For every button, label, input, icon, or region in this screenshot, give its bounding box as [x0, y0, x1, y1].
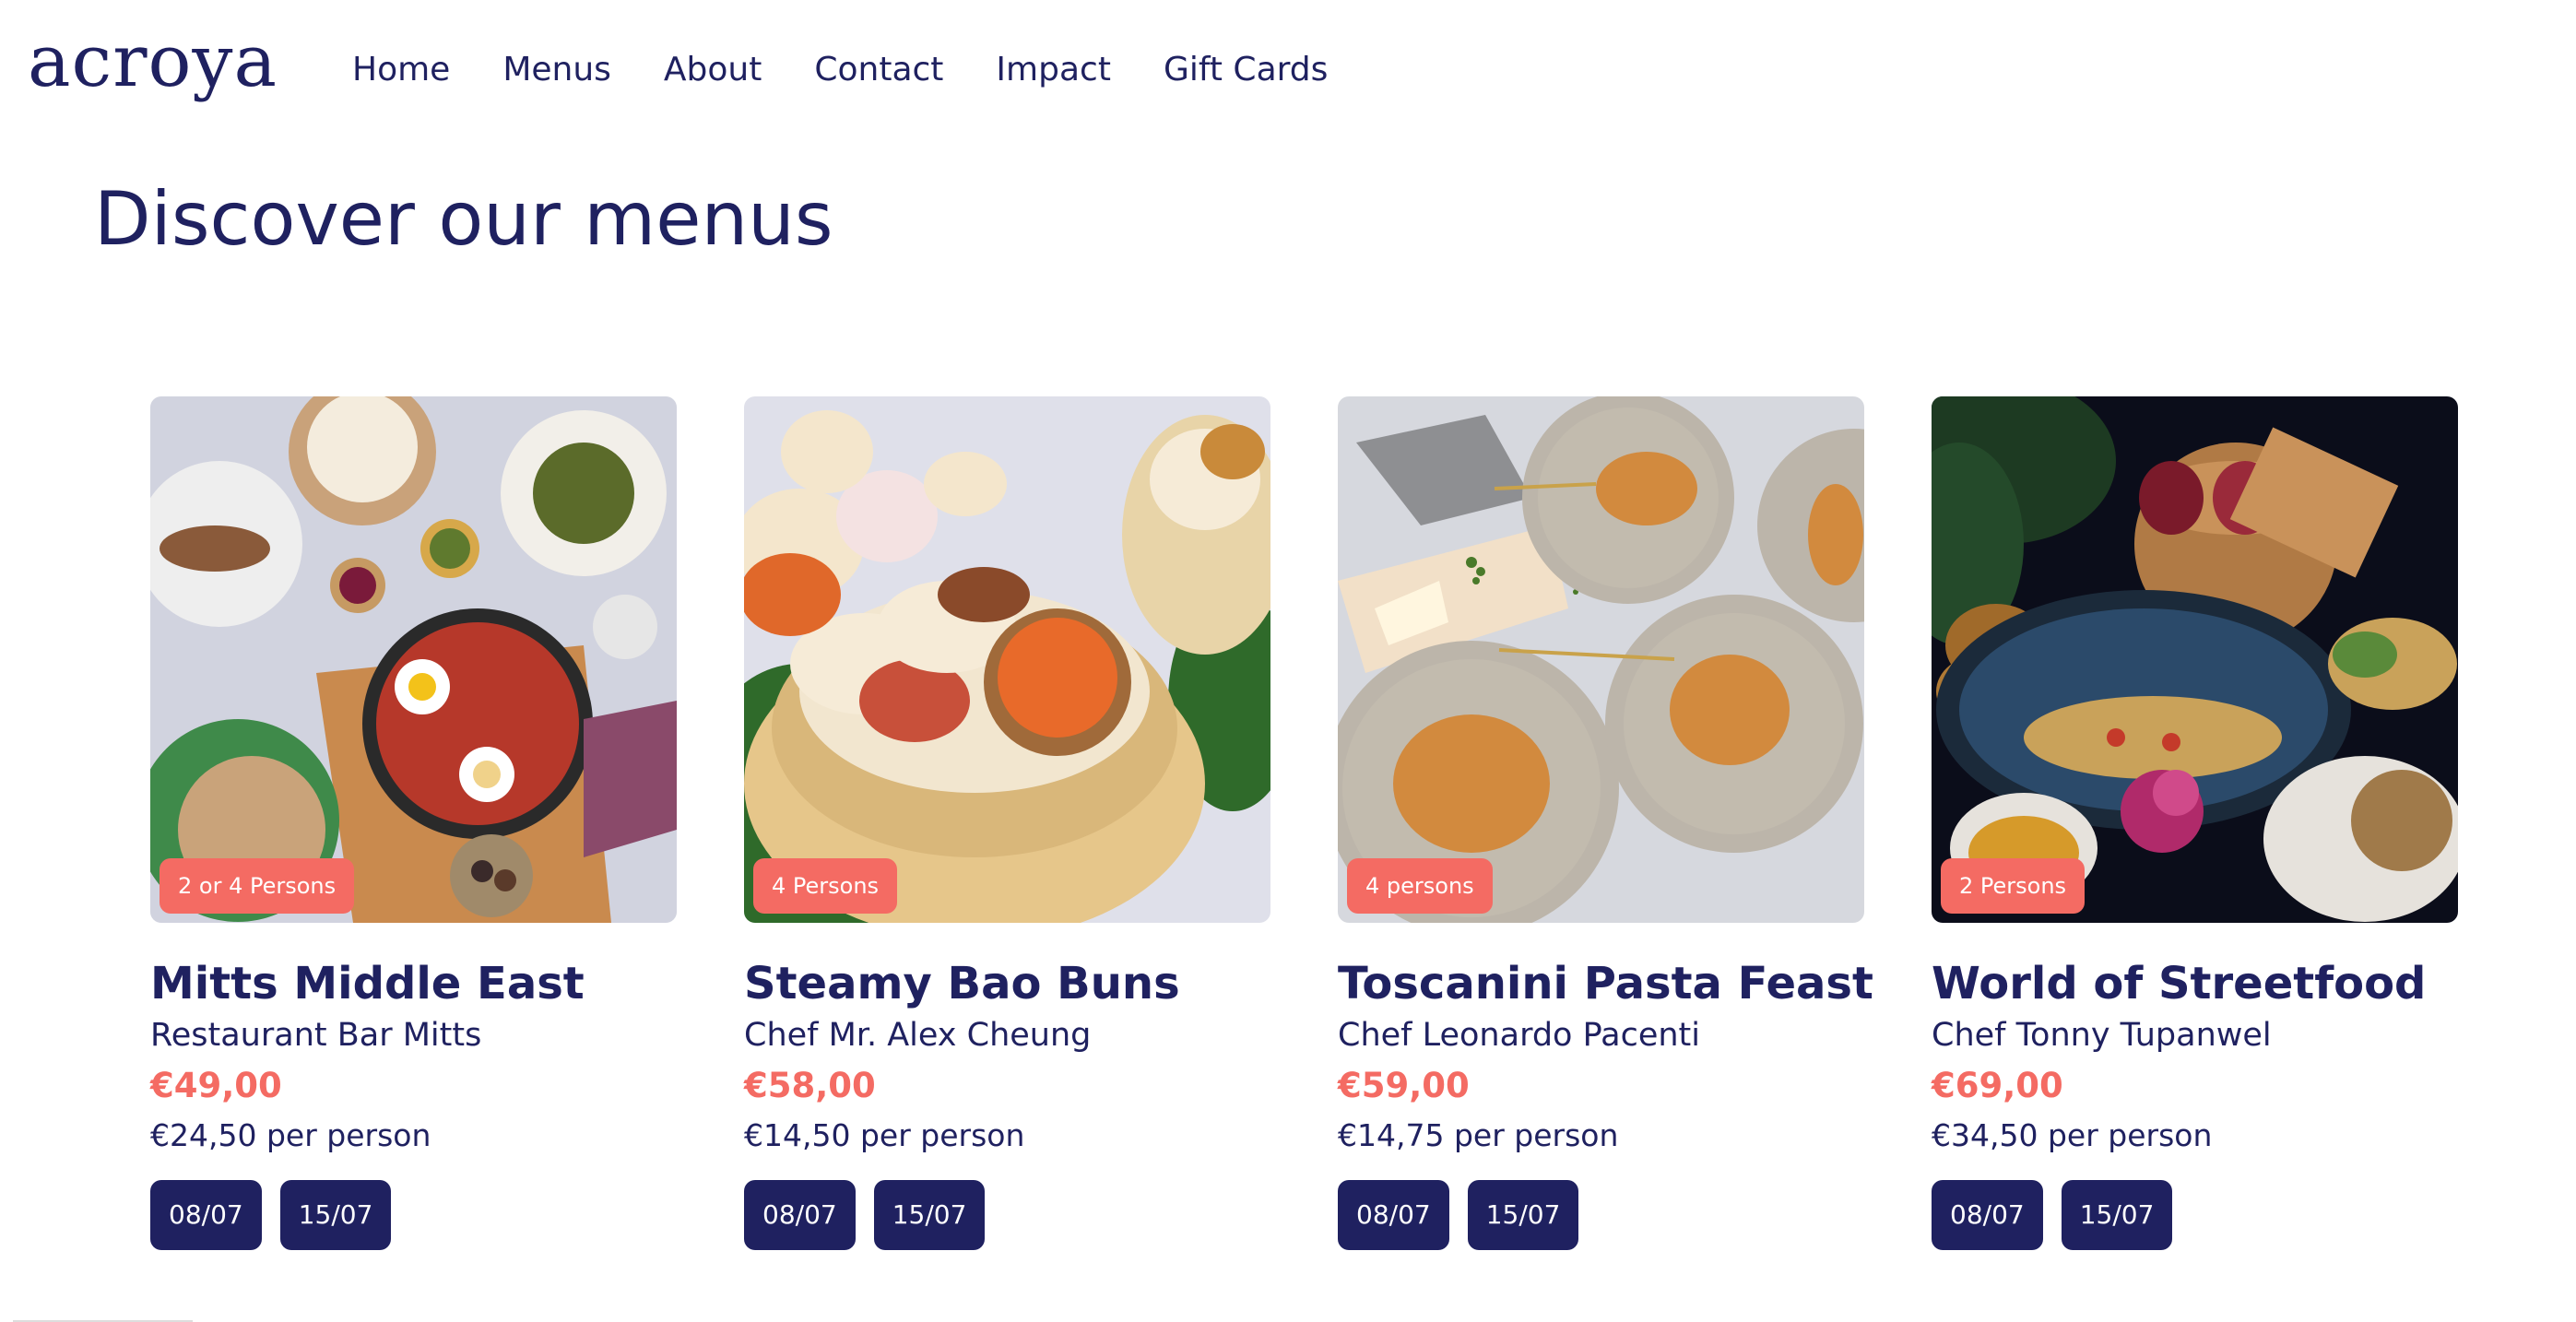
menu-image-bao-buns[interactable]: 4 Persons [744, 396, 1270, 923]
nav-gift-cards[interactable]: Gift Cards [1164, 53, 1328, 87]
menu-card-mitts-middle-east[interactable]: 2 or 4 Persons Mitts Middle East Restaur… [150, 396, 677, 1250]
persons-badge: 4 persons [1347, 858, 1493, 914]
date-button-1507[interactable]: 15/07 [279, 1179, 392, 1250]
date-button-0807[interactable]: 08/07 [150, 1179, 262, 1250]
menu-title[interactable]: Mitts Middle East [150, 960, 677, 1009]
persons-badge: 4 Persons [753, 858, 898, 914]
menu-chef: Chef Tonny Tupanwel [1932, 1016, 2272, 1054]
menu-card-toscanini-pasta-feast[interactable]: 4 persons Toscanini Pasta Feast Chef Leo… [1338, 396, 1873, 1250]
menu-card-world-of-streetfood[interactable]: 2 Persons World of Streetfood Chef Tonny… [1932, 396, 2458, 1250]
date-button-0807[interactable]: 08/07 [1932, 1179, 2043, 1250]
menu-price: €49,00 [150, 1065, 282, 1105]
page-title: Discover our menus [94, 176, 833, 262]
menu-price-per-person: €24,50 per person [150, 1117, 431, 1154]
menu-image-middle-east[interactable]: 2 or 4 Persons [150, 396, 677, 923]
date-button-1507[interactable]: 15/07 [873, 1179, 986, 1250]
date-button-1507[interactable]: 15/07 [1467, 1179, 1579, 1250]
menu-image-streetfood[interactable]: 2 Persons [1932, 396, 2458, 923]
persons-badge: 2 Persons [1941, 858, 2086, 914]
persons-badge: 2 or 4 Persons [160, 858, 355, 914]
nav-menus[interactable]: Menus [502, 53, 611, 87]
menu-image-pasta[interactable]: 4 persons [1338, 396, 1864, 923]
menu-price: €58,00 [744, 1065, 876, 1105]
menu-title[interactable]: Steamy Bao Buns [744, 960, 1270, 1009]
pasta-food-image [1338, 396, 1864, 923]
bao-buns-food-image [744, 396, 1270, 923]
middle-east-food-image [150, 396, 677, 923]
menu-title[interactable]: World of Streetfood [1932, 960, 2458, 1009]
menu-price: €69,00 [1932, 1065, 2063, 1105]
date-options: 08/07 15/07 [1338, 1179, 1864, 1250]
site-header: acroya Home Menus About Contact Impact G… [0, 0, 2576, 157]
date-options: 08/07 15/07 [744, 1179, 1270, 1250]
main-nav: Home Menus About Contact Impact Gift Car… [352, 53, 1380, 87]
menu-price-per-person: €14,50 per person [744, 1117, 1025, 1154]
menu-chef: Chef Leonardo Pacenti [1338, 1016, 1700, 1054]
menu-price-per-person: €14,75 per person [1338, 1117, 1619, 1154]
date-options: 08/07 15/07 [150, 1179, 677, 1250]
date-button-0807[interactable]: 08/07 [1338, 1179, 1449, 1250]
menu-price: €59,00 [1338, 1065, 1470, 1105]
menu-chef: Restaurant Bar Mitts [150, 1016, 482, 1054]
nav-home[interactable]: Home [352, 53, 450, 87]
date-button-1507[interactable]: 15/07 [2061, 1179, 2173, 1250]
date-options: 08/07 15/07 [1932, 1179, 2458, 1250]
menu-title[interactable]: Toscanini Pasta Feast [1338, 960, 1873, 1009]
menu-card-steamy-bao-buns[interactable]: 4 Persons Steamy Bao Buns Chef Mr. Alex … [744, 396, 1270, 1250]
menu-card-list: 2 or 4 Persons Mitts Middle East Restaur… [150, 396, 2458, 1250]
streetfood-food-image [1932, 396, 2458, 923]
nav-about[interactable]: About [664, 53, 762, 87]
acroya-logo[interactable]: acroya [28, 26, 278, 98]
menu-price-per-person: €34,50 per person [1932, 1117, 2213, 1154]
date-button-0807[interactable]: 08/07 [744, 1179, 856, 1250]
menu-chef: Chef Mr. Alex Cheung [744, 1016, 1092, 1054]
nav-contact[interactable]: Contact [814, 53, 943, 87]
nav-impact[interactable]: Impact [996, 53, 1111, 87]
